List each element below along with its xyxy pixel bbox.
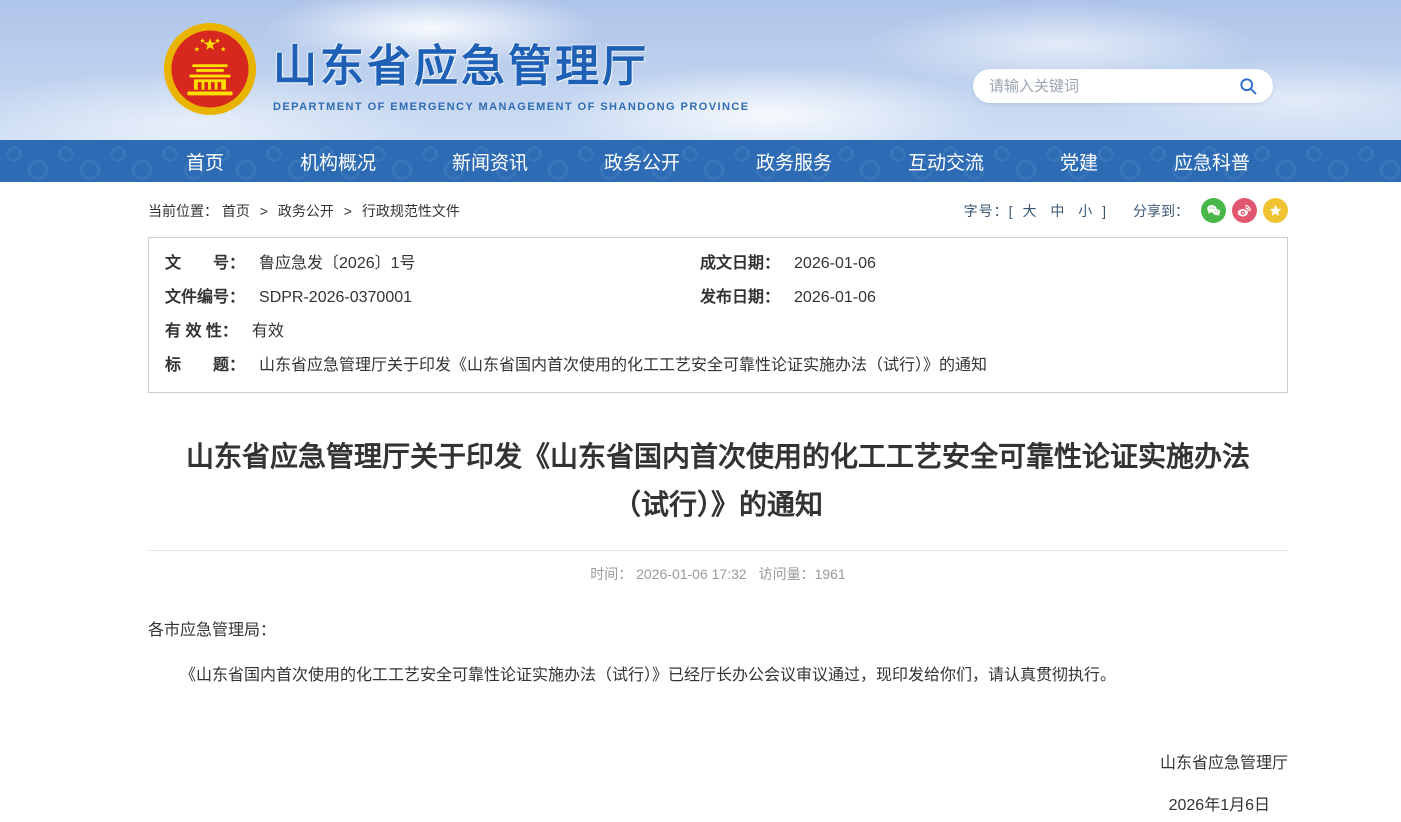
doc-title-label: 标 题： [165, 349, 245, 383]
site-title-english: DEPARTMENT OF EMERGENCY MANAGEMENT OF SH… [273, 101, 750, 113]
publish-date-label: 发布日期： [700, 281, 780, 315]
validity-value: 有效 [252, 315, 284, 349]
signature-block: 山东省应急管理厅 2026年1月6日 [148, 749, 1288, 822]
meta-time-label: 时间： [590, 566, 632, 582]
nav-item-interaction[interactable]: 互动交流 [908, 148, 984, 175]
breadcrumb-link-gov-disclosure[interactable]: 政务公开 [278, 203, 334, 219]
doc-number-cell: 文 号： 鲁应急发〔2026〕1号 [165, 247, 700, 281]
wechat-icon [1205, 202, 1222, 219]
site-header: 山东省应急管理厅 DEPARTMENT OF EMERGENCY MANAGEM… [0, 0, 1401, 140]
breadcrumb-link-regulatory-docs[interactable]: 行政规范性文件 [362, 203, 460, 219]
qzone-star-icon [1267, 202, 1284, 219]
share-qzone-button[interactable] [1263, 198, 1288, 223]
main-content: 当前位置： 首页 > 政务公开 > 行政规范性文件 字号：[ 大 中 小 ] 分… [148, 182, 1288, 822]
nav-item-emergency-science[interactable]: 应急科普 [1174, 148, 1250, 175]
written-date-value: 2026-01-06 [794, 247, 876, 281]
nav-item-organization[interactable]: 机构概况 [300, 148, 376, 175]
brand-text: 山东省应急管理厅 DEPARTMENT OF EMERGENCY MANAGEM… [273, 26, 750, 113]
doc-title-value: 山东省应急管理厅关于印发《山东省国内首次使用的化工工艺安全可靠性论证实施办法（试… [259, 349, 987, 383]
meta-visits-value: 1961 [815, 566, 846, 582]
share-label: 分享到： [1133, 201, 1189, 221]
meta-time-value: 2026-01-06 17:32 [636, 566, 747, 582]
font-size-large-button[interactable]: 大 [1022, 203, 1037, 219]
share-wechat-button[interactable] [1201, 198, 1226, 223]
nav-item-gov-services[interactable]: 政务服务 [756, 148, 832, 175]
nav-item-home[interactable]: 首页 [186, 148, 224, 175]
publish-date-value: 2026-01-06 [794, 281, 876, 315]
article-salutation: 各市应急管理局： [148, 616, 1288, 646]
breadcrumb-separator: > [260, 203, 268, 219]
signature-name: 山东省应急管理厅 [148, 749, 1288, 779]
doc-title-cell: 标 题： 山东省应急管理厅关于印发《山东省国内首次使用的化工工艺安全可靠性论证实… [165, 349, 987, 383]
info-row: 有 效 性： 有效 [165, 315, 1271, 349]
national-emblem-icon [163, 22, 257, 116]
site-search [973, 69, 1273, 103]
doc-number-label: 文 号： [165, 247, 245, 281]
breadcrumb-toolbar-row: 当前位置： 首页 > 政务公开 > 行政规范性文件 字号：[ 大 中 小 ] 分… [148, 182, 1288, 237]
meta-visits-label: 访问量： [759, 566, 815, 582]
doc-number-value: 鲁应急发〔2026〕1号 [259, 247, 416, 281]
info-row: 标 题： 山东省应急管理厅关于印发《山东省国内首次使用的化工工艺安全可靠性论证实… [165, 349, 1271, 383]
validity-cell: 有 效 性： 有效 [165, 315, 284, 349]
written-date-cell: 成文日期： 2026-01-06 [700, 247, 876, 281]
nav-item-news[interactable]: 新闻资讯 [452, 148, 528, 175]
file-code-label: 文件编号： [165, 281, 245, 315]
site-title: 山东省应急管理厅 [273, 30, 750, 94]
weibo-icon [1236, 202, 1253, 219]
font-size-medium-button[interactable]: 中 [1050, 203, 1065, 219]
nav-item-gov-disclosure[interactable]: 政务公开 [604, 148, 680, 175]
info-row: 文 号： 鲁应急发〔2026〕1号 成文日期： 2026-01-06 [165, 247, 1271, 281]
font-size-control: 字号：[ 大 中 小 ] [964, 201, 1107, 221]
font-size-prefix: 字号：[ [964, 203, 1014, 219]
document-info-box: 文 号： 鲁应急发〔2026〕1号 成文日期： 2026-01-06 文件编号：… [148, 237, 1288, 393]
search-icon [1238, 76, 1258, 96]
file-code-cell: 文件编号： SDPR-2026-0370001 [165, 281, 700, 315]
search-button[interactable] [1235, 73, 1261, 99]
article-paragraph: 《山东省国内首次使用的化工工艺安全可靠性论证实施办法（试行）》已经厅长办公会议审… [148, 661, 1288, 691]
breadcrumb-separator: > [344, 203, 352, 219]
page: 山东省应急管理厅 DEPARTMENT OF EMERGENCY MANAGEM… [0, 0, 1401, 774]
nav-item-party-building[interactable]: 党建 [1060, 148, 1098, 175]
main-nav-inner: 首页 机构概况 新闻资讯 政务公开 政务服务 互动交流 党建 应急科普 [148, 140, 1288, 182]
breadcrumb: 当前位置： 首页 > 政务公开 > 行政规范性文件 [148, 201, 460, 221]
written-date-label: 成文日期： [700, 247, 780, 281]
share-weibo-button[interactable] [1232, 198, 1257, 223]
article-title: 山东省应急管理厅关于印发《山东省国内首次使用的化工工艺安全可靠性论证实施办法（试… [178, 433, 1258, 528]
breadcrumb-link-home[interactable]: 首页 [222, 203, 250, 219]
font-size-small-button[interactable]: 小 [1078, 203, 1093, 219]
search-input[interactable] [989, 78, 1235, 95]
site-brand[interactable]: 山东省应急管理厅 DEPARTMENT OF EMERGENCY MANAGEM… [163, 22, 750, 116]
article-meta: 时间： 2026-01-06 17:32 访问量：1961 [148, 551, 1288, 584]
main-nav: 首页 机构概况 新闻资讯 政务公开 政务服务 互动交流 党建 应急科普 [0, 140, 1401, 182]
article-body: 各市应急管理局： 《山东省国内首次使用的化工工艺安全可靠性论证实施办法（试行）》… [148, 616, 1288, 822]
publish-date-cell: 发布日期： 2026-01-06 [700, 281, 876, 315]
info-row: 文件编号： SDPR-2026-0370001 发布日期： 2026-01-06 [165, 281, 1271, 315]
font-size-suffix: ] [1102, 203, 1107, 219]
article-tools: 字号：[ 大 中 小 ] 分享到： [964, 198, 1288, 223]
breadcrumb-prefix: 当前位置： [148, 203, 218, 219]
file-code-value: SDPR-2026-0370001 [259, 281, 412, 315]
signature-date: 2026年1月6日 [148, 791, 1288, 821]
validity-label: 有 效 性： [165, 315, 238, 349]
